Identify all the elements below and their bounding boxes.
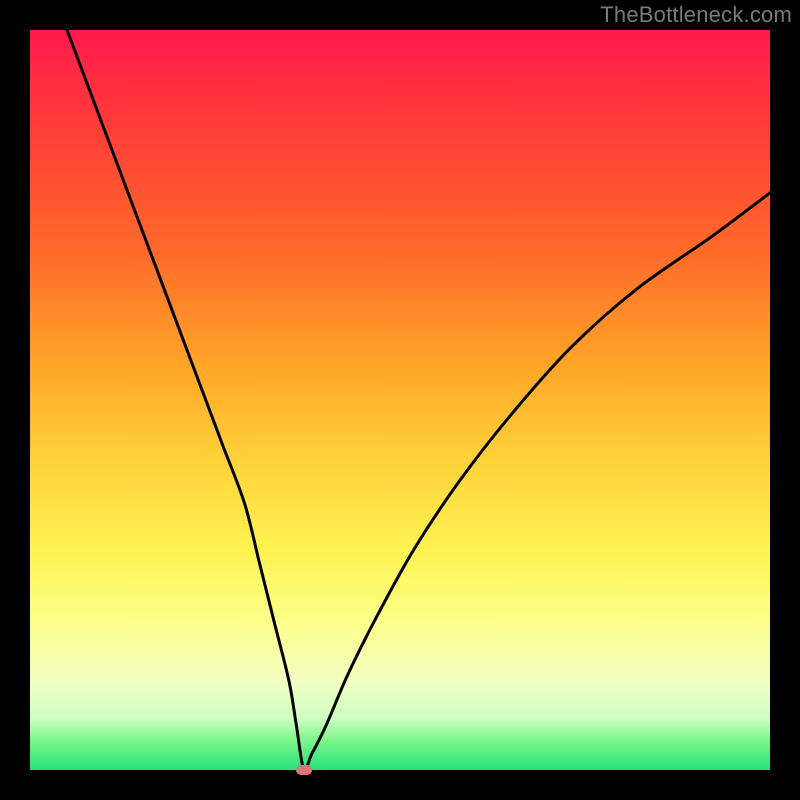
- watermark-text: TheBottleneck.com: [600, 2, 792, 28]
- bottleneck-curve: [67, 30, 770, 770]
- curve-svg: [30, 30, 770, 770]
- plot-area: [30, 30, 770, 770]
- min-marker: [296, 765, 312, 775]
- chart-frame: TheBottleneck.com: [0, 0, 800, 800]
